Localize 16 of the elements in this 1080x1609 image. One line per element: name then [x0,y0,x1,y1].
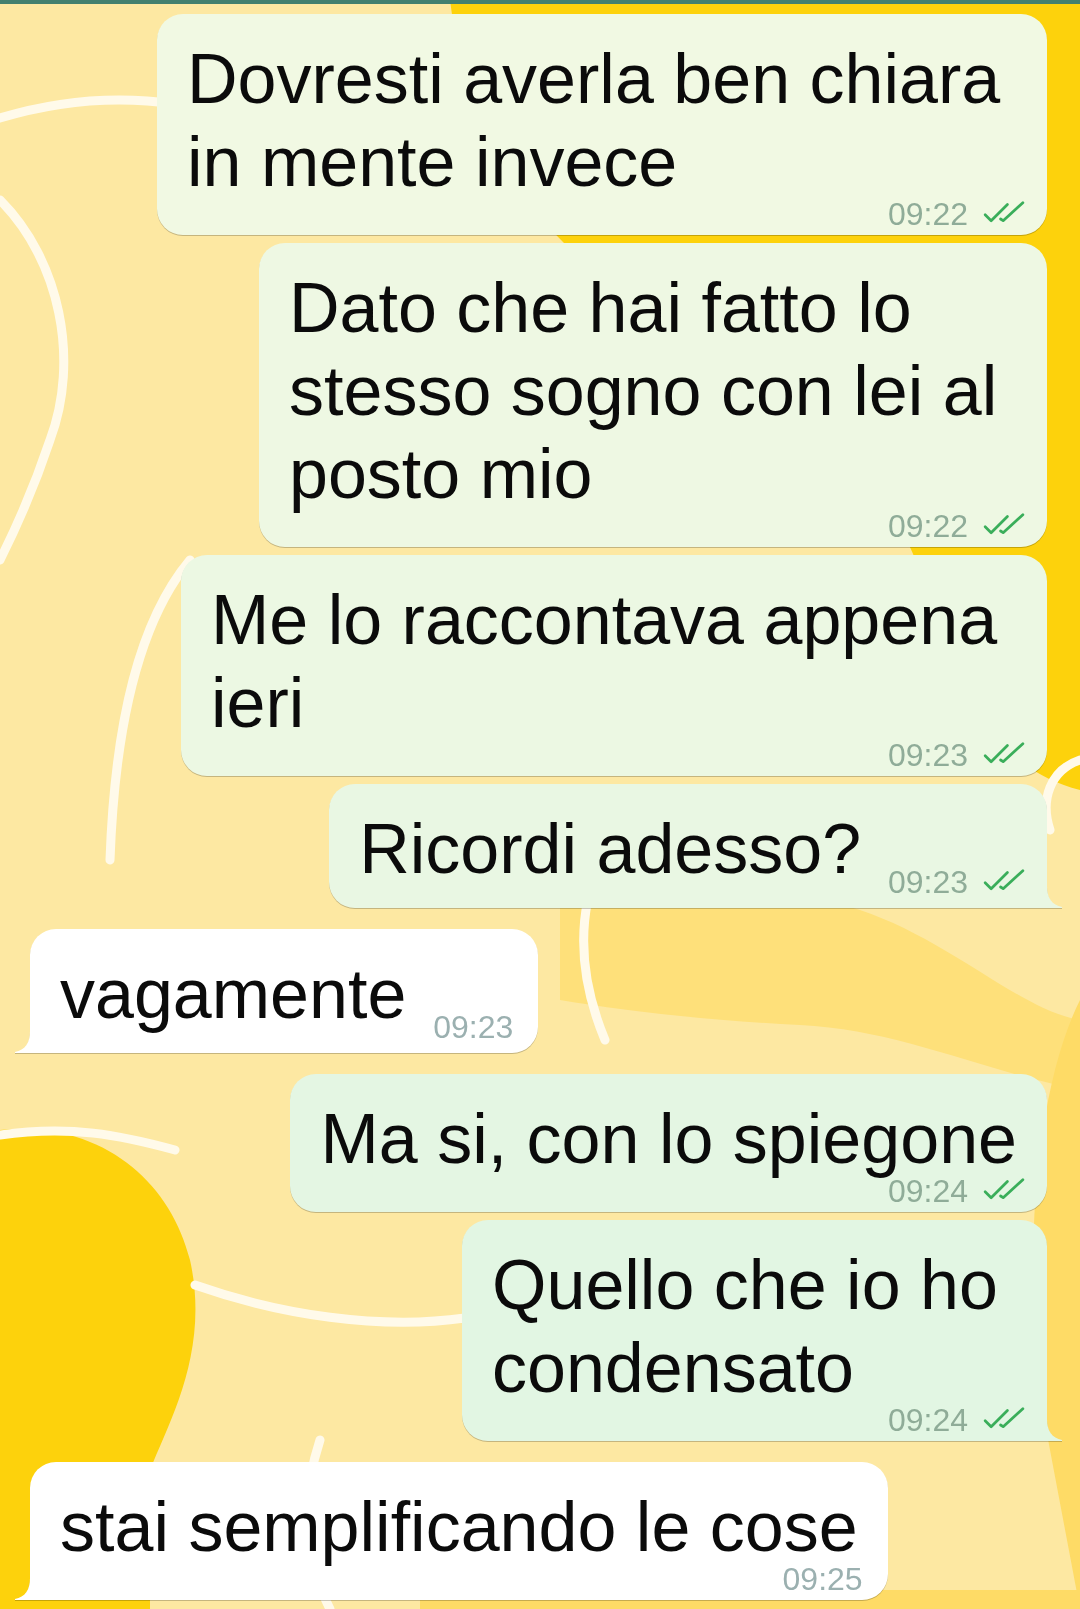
message-text: vagamente [60,955,407,1033]
message-time: 09:22 [887,201,968,227]
message-text: stai semplificando le cose [60,1488,858,1566]
message-time: 09:24 [887,1407,968,1433]
message-time: 09:22 [887,513,968,539]
message-time: 09:23 [433,1014,514,1040]
message-time: 09:25 [782,1566,863,1592]
message-time: 09:23 [887,742,968,768]
message-text: Quello che io ho condensato [492,1246,998,1407]
message-time: 09:24 [887,1178,968,1204]
message-text: Ricordi adesso? [359,810,862,888]
message-text: Ma si, con lo spiegone [320,1100,1017,1178]
message-text: Me lo raccontava appena ieri [211,581,998,742]
message-text: Dato che hai fatto lo stesso sogno con lei al posto mio [289,269,998,513]
message-text: Dovresti averla ben chiara in mente invece [187,40,1001,201]
message-time: 09:23 [887,869,968,895]
